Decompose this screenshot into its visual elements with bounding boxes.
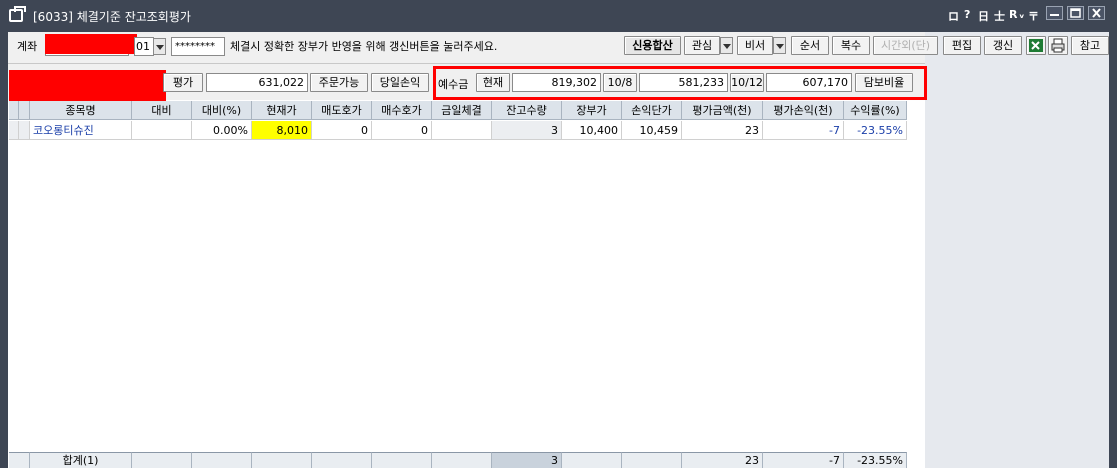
cell-bid: 0: [372, 121, 432, 140]
evaluation-value: 631,022: [206, 73, 308, 92]
title-bar: [6033] 체결기준 잔고조회평가 ロ ? 日 士 R ᵥ 〒: [0, 0, 1117, 32]
pin-icon[interactable]: 〒: [1028, 8, 1039, 24]
cell-price: 8,010: [252, 121, 312, 140]
side-panel-empty: [925, 32, 1109, 468]
column-header-bid[interactable]: 매수호가: [372, 101, 432, 120]
column-header-qty[interactable]: 잔고수량: [492, 101, 562, 120]
column-header-change-pct[interactable]: 대비(%): [192, 101, 252, 120]
credit-total-button[interactable]: 신용합산: [624, 36, 681, 55]
account-dropdown-icon[interactable]: [153, 38, 166, 55]
minimize-button[interactable]: [1046, 6, 1063, 20]
footer-eval-pnl: -7: [763, 452, 844, 468]
close-icon: [1092, 8, 1101, 18]
window-frame-left: [0, 32, 8, 468]
cell-pnl-unit: 10,459: [622, 121, 682, 140]
footer-cell: [252, 452, 312, 468]
column-header-return[interactable]: 수익률(%): [844, 101, 907, 120]
maximize-button[interactable]: [1067, 6, 1084, 20]
link-icon[interactable]: 士: [994, 8, 1005, 24]
account-label: 계좌: [17, 40, 38, 53]
footer-cell: [132, 452, 192, 468]
cell-today-fill: [432, 121, 492, 140]
minimize-to-tray-icon[interactable]: ロ: [948, 8, 959, 24]
footer-total-label: 합계(1): [30, 452, 132, 468]
order-available-button[interactable]: 주문가능: [310, 73, 368, 92]
layout-icon[interactable]: 日: [978, 8, 989, 24]
secretary-button[interactable]: 비서: [737, 36, 773, 55]
footer-qty: 3: [492, 452, 562, 468]
refresh-r-icon[interactable]: R: [1009, 8, 1017, 21]
footer-cell: [562, 452, 622, 468]
footer-cell: [192, 452, 252, 468]
cell-ask: 0: [312, 121, 372, 140]
footer-marker: [9, 452, 30, 468]
column-header-eval-pnl[interactable]: 평가손익(천): [763, 101, 844, 120]
daily-pnl-button[interactable]: 당일손익: [371, 73, 429, 92]
footer-cell: [622, 452, 682, 468]
redacted-summary: [9, 70, 166, 101]
secretary-dropdown-icon[interactable]: [773, 37, 786, 54]
copy-button[interactable]: 복수: [832, 36, 870, 55]
edit-button[interactable]: 편집: [943, 36, 981, 55]
row-marker[interactable]: [19, 121, 30, 140]
maximize-icon: [1070, 8, 1081, 18]
interest-dropdown-icon[interactable]: [720, 37, 733, 54]
print-button[interactable]: [1048, 36, 1068, 55]
column-header-name[interactable]: 종목명: [30, 101, 132, 120]
refresh-notice: 체결시 정확한 장부가 반영을 위해 갱신버튼을 눌러주세요.: [230, 40, 498, 53]
minimize-icon: [1050, 14, 1059, 16]
footer-eval-amount: 23: [682, 452, 763, 468]
window-app-icon: [9, 6, 26, 22]
column-header-book-price[interactable]: 장부가: [562, 101, 622, 120]
highlight-annotation-box: [433, 66, 927, 100]
window-title: [6033] 체결기준 잔고조회평가: [33, 10, 191, 24]
cell-book-price: 10,400: [562, 121, 622, 140]
order-button[interactable]: 순서: [791, 36, 829, 55]
table-row-marker-header: [19, 101, 30, 120]
window-frame-right: [1109, 32, 1117, 468]
interest-button[interactable]: 관심: [684, 36, 720, 55]
excel-icon: [1029, 39, 1043, 52]
redacted-account: [45, 34, 137, 54]
row-selector[interactable]: [9, 121, 19, 140]
evaluation-selector-button[interactable]: 평가: [163, 73, 203, 92]
cell-qty: 3: [492, 121, 562, 140]
footer-cell: [312, 452, 372, 468]
after-hours-button[interactable]: 시간외(단): [873, 36, 938, 55]
cell-eval-amount: 23: [682, 121, 763, 140]
password-field[interactable]: ********: [171, 37, 225, 56]
cell-stock-name[interactable]: 코오롱티슈진: [30, 121, 132, 140]
cell-change-pct: 0.00%: [192, 121, 252, 140]
footer-cell: [372, 452, 432, 468]
column-header-change[interactable]: 대비: [132, 101, 192, 120]
cell-change: [132, 121, 192, 140]
cell-eval-pnl: -7: [763, 121, 844, 140]
footer-return: -23.55%: [844, 452, 907, 468]
print-icon: [1051, 38, 1065, 53]
reference-button[interactable]: 참고: [1071, 36, 1109, 55]
column-header-eval-amount[interactable]: 평가금액(천): [682, 101, 763, 120]
help-icon[interactable]: ?: [964, 8, 970, 21]
column-header-pnl-unit[interactable]: 손익단가: [622, 101, 682, 120]
cell-return: -23.55%: [844, 121, 907, 140]
close-button[interactable]: [1088, 6, 1105, 20]
refresh-button[interactable]: 갱신: [984, 36, 1022, 55]
option-icon[interactable]: ᵥ: [1019, 8, 1025, 21]
footer-cell: [432, 452, 492, 468]
excel-export-button[interactable]: [1026, 36, 1046, 55]
account-suffix-field[interactable]: 01: [134, 37, 154, 56]
holdings-table: [8, 101, 925, 452]
column-header-today-fill[interactable]: 금일체결: [432, 101, 492, 120]
table-corner: [9, 101, 19, 120]
column-header-ask[interactable]: 매도호가: [312, 101, 372, 120]
column-header-price[interactable]: 현재가: [252, 101, 312, 120]
